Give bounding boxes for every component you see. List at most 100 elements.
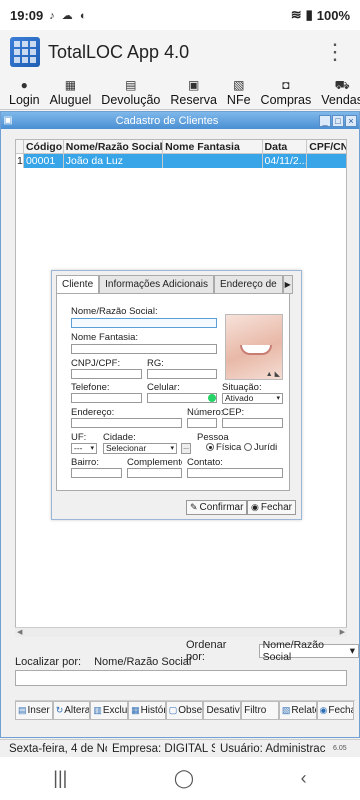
nome-input[interactable] [71,318,217,328]
minimize-icon[interactable]: _ [319,114,331,127]
delete-button[interactable]: ▥ Exclu [90,701,129,720]
scroll-right-icon[interactable]: ▶ [340,628,345,636]
cart-icon: ⛟ [334,78,350,92]
col-codigo[interactable]: Código [24,140,64,153]
whatsapp-icon[interactable] [208,394,216,402]
android-nav-bar: ||| ◯ ‹ [0,757,360,800]
confirm-label: Confirmar [199,502,244,513]
close-icon[interactable]: × [345,114,357,127]
report-button[interactable]: ▧Relató [278,701,317,720]
report-icon: ▧ [281,705,291,715]
toolbar-login[interactable]: ● Login [4,75,45,109]
filter-button[interactable]: Filtro [241,701,279,720]
toolbar-nfe[interactable]: ▧ NFe [222,75,256,109]
status-bar: 19:09 ♪ ☁ ◐ ≋ ▮ 100% [0,0,360,30]
bairro-input[interactable] [71,468,122,478]
rg-input[interactable] [147,369,217,379]
pessoa-fisica-radio[interactable] [206,443,214,451]
telefone-label: Telefone: [71,382,110,393]
cell-fantasia [163,154,263,168]
wifi-icon: ≋ [290,7,302,22]
cep-input[interactable] [222,418,283,428]
rg-label: RG: [147,358,164,369]
client-photo[interactable]: ▲ ◣ [225,314,283,380]
toolbar-devolucao[interactable]: ▤ Devolução [96,75,165,109]
notes-button[interactable]: ▢Observa [165,701,204,720]
toolbar-reserva-label: Reserva [170,93,217,107]
situacao-select[interactable]: Ativado ▾ [222,393,283,404]
client-form-dialog: Cliente Informações Adicionais Endereço … [51,270,302,520]
tab-cliente[interactable]: Cliente [56,275,100,294]
toolbar-nfe-label: NFe [226,93,251,107]
close-dialog-button[interactable]: ◉ Fechar [247,500,296,515]
invoice-icon: ▧ [233,78,245,92]
fantasia-input[interactable] [71,344,217,354]
tab-informacoes-adicionais[interactable]: Informações Adicionais [99,275,214,294]
order-row: Ordenar por: Nome/Razão Social ▾ [186,639,359,663]
endereco-label: Endereço: [71,407,115,418]
toolbar-aluguel[interactable]: ▦ Aluguel [45,75,97,109]
table-row[interactable]: 1 00001 João da Luz 04/11/2... [16,154,346,168]
app-title: TotalLOC App 4.0 [48,41,190,62]
uf-select[interactable]: --- ▾ [71,443,97,454]
toolbar-vendas[interactable]: ⛟ Vendas [316,75,360,109]
toolbar-compras[interactable]: ◘ Compras [256,75,317,109]
tab-scroll-right-icon[interactable]: ▶ [282,275,293,294]
search-input[interactable] [15,670,347,686]
toolbar-reserva[interactable]: ▣ Reserva [165,75,222,109]
uf-label: UF: [71,432,87,443]
edit-icon: ↻ [55,705,64,715]
edit-button[interactable]: ↻ Altera [52,701,91,720]
celular-label: Celular: [147,382,180,393]
cnpj-input[interactable] [71,369,142,379]
search-label: Localizar por: [15,656,82,668]
cell-nome: João da Luz [64,154,164,168]
horizontal-scrollbar[interactable]: ◀ ▶ [15,627,347,637]
pessoa-juridica-radio[interactable] [244,443,252,451]
scroll-left-icon[interactable]: ◀ [17,628,22,636]
confirm-button[interactable]: ✎ Confirmar [186,500,248,515]
delete-icon: ▥ [93,705,102,715]
toolbar-login-label: Login [9,93,40,107]
back-icon[interactable]: ‹ [301,768,307,789]
maximize-icon[interactable]: □ [332,114,344,127]
history-button[interactable]: ▦ Histór [128,701,166,720]
numero-input[interactable] [187,418,217,428]
battery-level: 100% [316,7,350,23]
nome-label: Nome/Razão Social: [71,306,158,317]
home-icon[interactable]: ◯ [174,768,194,789]
col-fantasia[interactable]: Nome Fantasia [163,140,263,153]
cidade-lookup-button[interactable]: ... [181,443,191,454]
app-bar: TotalLOC App 4.0 ⋮ [0,30,360,74]
exit-icon: ◉ [319,705,328,715]
chevron-down-icon: ▾ [276,395,280,402]
row-index: 1 [16,154,24,168]
insert-icon: ▤ [18,705,27,715]
grid-header: Código Nome/Razão Social Nome Fantasia D… [16,140,346,154]
window-titlebar: ▣ Cadastro de Clientes _ □ × [1,112,359,129]
contato-input[interactable] [187,468,283,478]
cidade-select[interactable]: Selecionar ▾ [103,443,177,454]
celular-input[interactable] [147,393,217,403]
bairro-label: Bairro: [71,457,99,468]
col-data[interactable]: Data [263,140,308,153]
notes-icon: ▢ [168,705,178,715]
close-dialog-label: Fechar [260,502,292,513]
col-cpf[interactable]: CPF/CN [307,140,346,153]
action-bar: ▤Inser ↻Altera ▥Exclu ▦Histór ▢Observa D… [15,700,355,720]
close-window-button[interactable]: ◉ Fecha [316,701,355,720]
endereco-input[interactable] [71,418,182,428]
main-toolbar: ● Login ▦ Aluguel ▤ Devolução ▣ Reserva … [0,74,360,110]
overflow-menu-icon[interactable]: ⋮ [320,39,350,65]
tab-endereco[interactable]: Endereço de [213,275,283,294]
complemento-input[interactable] [127,468,182,478]
col-nome[interactable]: Nome/Razão Social [64,140,164,153]
fantasia-label: Nome Fantasia: [71,332,139,343]
camera-icon[interactable]: ▲ ◣ [266,370,280,378]
telefone-input[interactable] [71,393,142,403]
insert-button[interactable]: ▤ Inser [15,701,53,720]
recent-apps-icon[interactable]: ||| [53,768,67,789]
search-field-name: Nome/Razão Social [94,656,192,668]
order-select[interactable]: Nome/Razão Social ▾ [258,639,359,663]
deactivated-button[interactable]: Desativado [203,701,242,720]
